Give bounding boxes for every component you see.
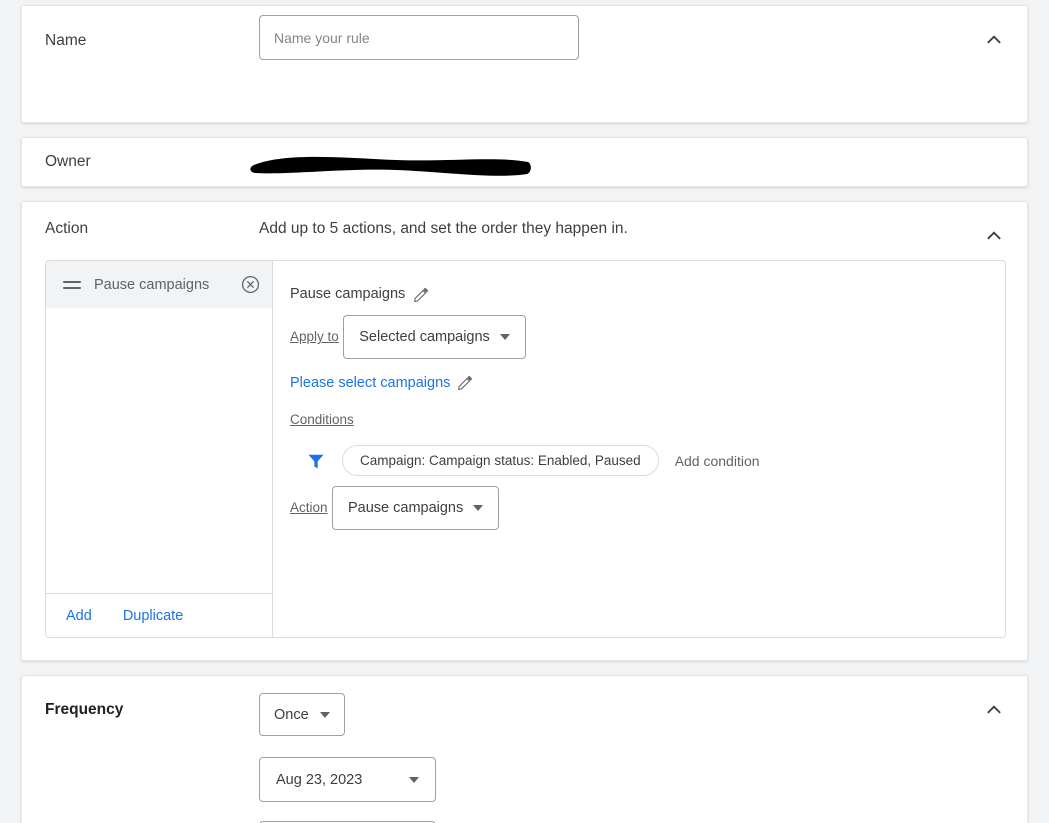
chevron-up-icon[interactable] [983, 698, 1005, 720]
conditions-label: Conditions [290, 412, 354, 427]
owner-value-redaction [246, 148, 536, 179]
action-list: Pause campaigns [46, 261, 272, 593]
action-detail-title-row: Pause campaigns [290, 283, 1005, 305]
caret-down-icon [473, 505, 484, 511]
action-section-label: Action [45, 220, 89, 237]
condition-row: Campaign: Campaign status: Enabled, Paus… [290, 445, 1005, 476]
apply-to-select[interactable]: Selected campaigns [343, 315, 526, 359]
frequency-card: Frequency Once Aug 23, 2023 [21, 675, 1028, 823]
rule-name-input[interactable] [259, 15, 579, 60]
add-condition-button[interactable]: Add condition [675, 453, 760, 469]
action-card-header: Action Add up to 5 actions, and set the … [22, 202, 1027, 260]
frequency-repeat-select[interactable]: Once [259, 693, 345, 736]
list-item[interactable]: Pause campaigns [46, 261, 272, 308]
chevron-up-icon[interactable] [983, 224, 1005, 246]
owner-card: Owner [21, 137, 1028, 187]
action-type-select[interactable]: Pause campaigns [331, 486, 500, 530]
action-detail-panel: Pause campaigns Apply to Selected campai… [273, 261, 1005, 637]
caret-down-icon [409, 776, 419, 783]
select-campaigns-row: Please select campaigns [290, 374, 1005, 391]
pencil-icon[interactable] [413, 286, 430, 303]
name-label: Name [45, 32, 87, 49]
duplicate-action-button[interactable]: Duplicate [123, 608, 183, 624]
caret-down-icon [319, 711, 330, 718]
action-item-label: Pause campaigns [94, 276, 210, 293]
please-select-campaigns-link[interactable]: Please select campaigns [290, 375, 450, 391]
action-detail-title: Pause campaigns [290, 286, 406, 302]
frequency-label: Frequency [45, 701, 124, 718]
action-field-label: Action [290, 500, 328, 515]
owner-label: Owner [45, 153, 91, 170]
drag-handle-icon[interactable] [62, 278, 82, 292]
action-section-description: Add up to 5 actions, and set the order t… [259, 220, 628, 237]
add-action-button[interactable]: Add [66, 608, 92, 624]
frequency-repeat-value: Once [274, 706, 309, 723]
action-list-panel: Pause campaigns Add Duplicate [46, 261, 273, 637]
caret-down-icon [499, 334, 510, 340]
condition-chip[interactable]: Campaign: Campaign status: Enabled, Paus… [342, 445, 659, 476]
frequency-date-value: Aug 23, 2023 [276, 771, 363, 788]
action-card: Action Add up to 5 actions, and set the … [21, 201, 1028, 661]
action-type-select-value: Pause campaigns [347, 500, 464, 516]
name-card: Name [21, 5, 1028, 123]
remove-circle-icon[interactable] [241, 275, 260, 294]
filter-funnel-icon[interactable] [306, 451, 326, 471]
apply-to-select-value: Selected campaigns [359, 329, 490, 345]
pencil-icon[interactable] [457, 374, 474, 391]
action-editor: Pause campaigns Add Duplicate Pause camp… [45, 260, 1006, 638]
rule-editor-page: Name Owner Action Add up to 5 actions, a… [0, 5, 1049, 823]
apply-to-label: Apply to [290, 329, 339, 344]
chevron-up-icon[interactable] [983, 28, 1005, 50]
action-list-footer: Add Duplicate [46, 593, 272, 637]
frequency-date-select[interactable]: Aug 23, 2023 [259, 757, 436, 802]
